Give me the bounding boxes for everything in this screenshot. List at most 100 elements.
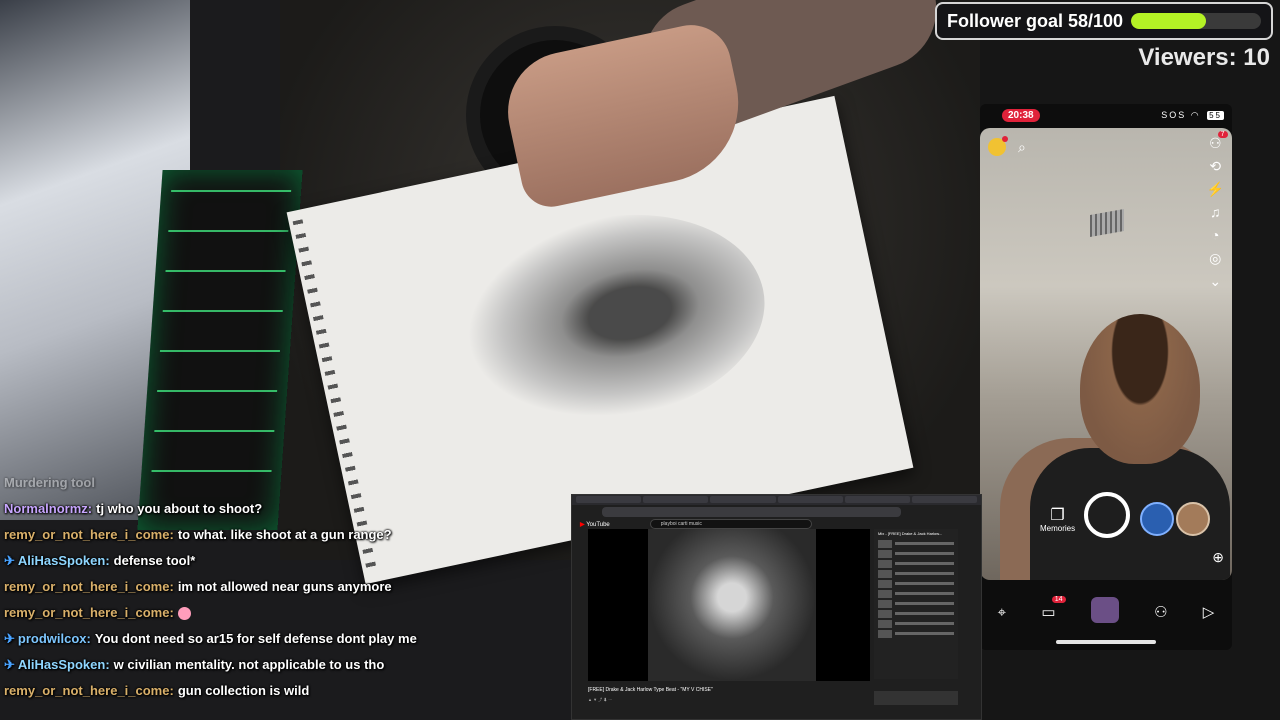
ceiling-vent bbox=[1090, 209, 1124, 237]
person-head bbox=[1080, 314, 1200, 464]
browser-tab[interactable] bbox=[643, 496, 709, 503]
stories-icon[interactable]: ⚇ bbox=[1154, 603, 1167, 621]
playlist-item[interactable] bbox=[878, 610, 954, 618]
chat-message: remy_or_not_here_i_come: to what. like sh… bbox=[4, 526, 424, 543]
camera-top-left: ⌕ bbox=[988, 136, 1026, 156]
chat-username[interactable]: remy_or_not_here_i_come: bbox=[4, 579, 174, 594]
chat-text: im not allowed near guns anymore bbox=[177, 579, 392, 594]
chat-message: remy_or_not_here_i_come: gun collection i… bbox=[4, 682, 424, 699]
video-player[interactable] bbox=[588, 529, 870, 681]
timer-icon[interactable]: ◔ bbox=[1211, 228, 1219, 242]
pin-icon: ✈ bbox=[4, 657, 15, 672]
follower-goal-fill bbox=[1131, 13, 1207, 29]
chat-message: ✈ AliHasSpoken: defense tool* bbox=[4, 552, 424, 569]
lens-filter-1[interactable] bbox=[1140, 502, 1174, 536]
follower-goal-widget: Follower goal 58/100 bbox=[935, 2, 1273, 40]
playlist-item[interactable] bbox=[878, 560, 954, 568]
chat-text: tj who you about to shoot? bbox=[96, 501, 263, 516]
chat-username[interactable]: remy_or_not_here_i_come: bbox=[4, 605, 174, 620]
playlist-item[interactable] bbox=[878, 590, 954, 598]
chat-username[interactable]: Normalnormz: bbox=[4, 501, 92, 516]
browser-url-bar[interactable] bbox=[602, 507, 901, 517]
camera-tools: ⚇ 7 ⟲ ⚡ ♫ ◔ ◎ ⌄ bbox=[1207, 131, 1228, 288]
follower-goal-bar bbox=[1131, 13, 1261, 29]
playlist-item[interactable] bbox=[878, 570, 954, 578]
flash-off-icon[interactable]: ⚡ bbox=[1207, 182, 1224, 196]
camera-nav-button[interactable] bbox=[1090, 597, 1119, 627]
related-video[interactable] bbox=[874, 691, 958, 705]
pin-icon: ✈ bbox=[4, 631, 15, 646]
chat-badge: 14 bbox=[1051, 596, 1066, 603]
chat-username[interactable]: remy_or_not_here_i_come: bbox=[4, 683, 174, 698]
home-indicator[interactable] bbox=[1056, 640, 1156, 644]
chat-text: w civilian mentality. not applicable to … bbox=[113, 657, 385, 672]
spotlight-icon[interactable]: ▷ bbox=[1203, 603, 1215, 621]
video-actions: ▲ ▼ ⤴ ⬇ ⋯ bbox=[588, 697, 613, 702]
playlist-item[interactable] bbox=[878, 600, 954, 608]
viewer-count: Viewers: 10 bbox=[1138, 44, 1270, 71]
browser-tab[interactable] bbox=[576, 496, 642, 503]
camera-nav-thumb bbox=[1090, 597, 1119, 623]
snap-camera-view[interactable]: ⌕ ⚇ 7 ⟲ ⚡ ♫ ◔ ◎ ⌄ ❐ Memories ⊕ bbox=[980, 128, 1232, 580]
memories-label: Memories bbox=[1040, 524, 1076, 533]
browser-tab[interactable] bbox=[911, 496, 978, 503]
chat-username[interactable]: remy_or_not_here_i_come: bbox=[4, 527, 174, 542]
browser-tab[interactable] bbox=[777, 496, 843, 503]
youtube-playlist: Mix - [FREE] Drake & Jack Harlow... bbox=[874, 529, 958, 679]
video-frame bbox=[648, 529, 816, 681]
browser-tabbar bbox=[572, 495, 981, 505]
add-friend-badge: 7 bbox=[1217, 131, 1228, 138]
youtube-logo[interactable]: ▶ YouTube bbox=[580, 521, 610, 528]
browser-tab[interactable] bbox=[710, 496, 776, 503]
follower-goal-label: Follower goal 58/100 bbox=[947, 10, 1124, 31]
multi-capture-icon[interactable]: ◎ bbox=[1209, 251, 1221, 265]
playlist-title: Mix - [FREE] Drake & Jack Harlow... bbox=[878, 531, 943, 536]
playlist-item[interactable] bbox=[878, 580, 954, 588]
playlist-item[interactable] bbox=[878, 620, 954, 628]
video-title: [FREE] Drake & Jack Harlow Type Beat - "… bbox=[588, 687, 713, 693]
chat-username[interactable]: AliHasSpoken: bbox=[18, 657, 110, 672]
chat-username[interactable]: AliHasSpoken: bbox=[18, 553, 110, 568]
pencil-sketch bbox=[447, 187, 783, 446]
chat-icon[interactable]: ▭ 14 bbox=[1041, 596, 1066, 621]
status-icons: SOS ◠ 55 bbox=[1161, 110, 1224, 121]
playlist-item[interactable] bbox=[878, 630, 954, 638]
shutter-button[interactable] bbox=[1084, 492, 1130, 538]
youtube-search-input[interactable]: playboi carti music bbox=[649, 519, 812, 529]
phone-time: 20:38 bbox=[1002, 108, 1040, 122]
add-friend-icon[interactable]: ⚇ 7 bbox=[1209, 131, 1228, 150]
more-tools-chevron-icon[interactable]: ⌄ bbox=[1209, 274, 1221, 288]
bitmoji-avatar[interactable] bbox=[988, 136, 1008, 156]
phone-screen: 20:38 SOS ◠ 55 ⌕ ⚇ 7 ⟲ ⚡ ♫ ◔ ◎ ⌄ ❐ Memori… bbox=[980, 104, 1232, 650]
wifi-icon: ◠ bbox=[1190, 109, 1201, 120]
lens-filter-2[interactable] bbox=[1176, 502, 1210, 536]
chat-username[interactable]: prodwilcox: bbox=[18, 631, 91, 646]
chat-message: remy_or_not_here_i_come: im not allowed n… bbox=[4, 578, 424, 595]
screen-share-window: ▶ YouTube playboi carti music [FREE] Dra… bbox=[571, 494, 982, 720]
snap-bottom-nav: ⌖ ▭ 14 ⚇ ▷ bbox=[980, 582, 1232, 642]
sos-label: SOS bbox=[1161, 109, 1187, 120]
playlist-item[interactable] bbox=[878, 550, 954, 558]
search-icon[interactable]: ⌕ bbox=[1018, 140, 1026, 154]
playlist-item[interactable] bbox=[878, 540, 954, 548]
chat-text: You dont need so ar15 for self defense d… bbox=[94, 631, 417, 646]
memories-button[interactable]: ❐ Memories bbox=[1040, 507, 1076, 534]
battery-icon: 55 bbox=[1207, 110, 1224, 120]
phone-status-bar: 20:38 SOS ◠ 55 bbox=[980, 104, 1232, 126]
music-icon[interactable]: ♫ bbox=[1210, 205, 1221, 219]
pin-icon: ✈ bbox=[4, 553, 15, 568]
chat-text: defense tool* bbox=[113, 553, 196, 568]
chat-message: ✈ prodwilcox: You dont need so ar15 for se… bbox=[4, 630, 424, 647]
chat-text: to what. like shoot at a gun range? bbox=[177, 527, 392, 542]
flip-camera-icon[interactable]: ⟲ bbox=[1209, 159, 1221, 173]
chat-message: remy_or_not_here_i_come: bbox=[4, 604, 424, 621]
memories-icon: ❐ bbox=[1050, 507, 1065, 524]
face-emote-icon bbox=[177, 607, 191, 621]
chat-message: Normalnormz: tj who you about to shoot? bbox=[4, 500, 424, 517]
browser-tab[interactable] bbox=[844, 496, 910, 503]
chat-message: ✈ AliHasSpoken: w civilian mentality. not … bbox=[4, 656, 424, 673]
scan-icon[interactable]: ⊕ bbox=[1212, 550, 1224, 564]
chat-line-faded: Murdering tool bbox=[4, 475, 95, 490]
stream-chat: Murdering tool Normalnormz: tj who you ab… bbox=[4, 474, 424, 708]
map-icon[interactable]: ⌖ bbox=[998, 604, 1006, 621]
